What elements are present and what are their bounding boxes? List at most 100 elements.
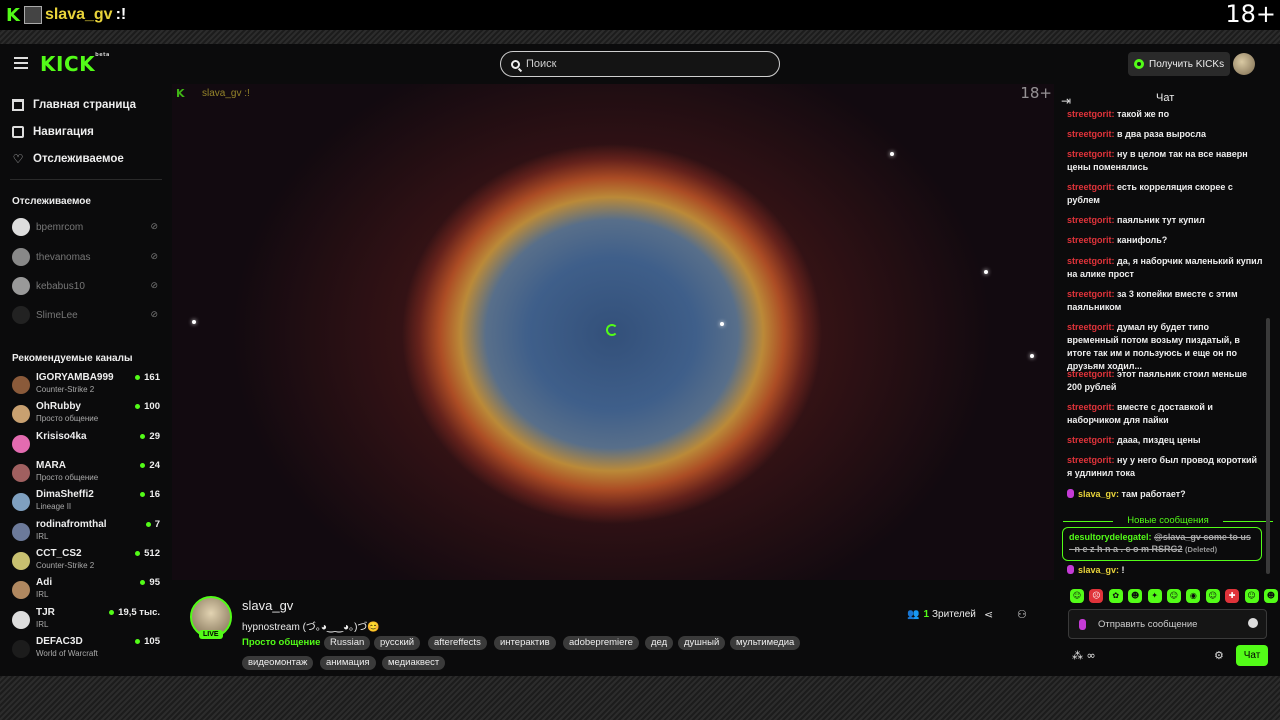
chat-message: streetgorit: канифоль? (1067, 234, 1263, 247)
emote-icon[interactable]: ☺ (1070, 589, 1084, 603)
emote-icon[interactable]: ◉ (1186, 589, 1201, 603)
chat-username[interactable]: streetgorit: (1067, 369, 1115, 379)
tag[interactable]: Russian (324, 636, 371, 650)
chat-username[interactable]: streetgorit: (1067, 435, 1115, 445)
avatar (12, 493, 30, 511)
chat-username[interactable]: streetgorit: (1067, 235, 1115, 245)
chat-message: streetgorit: есть корреляция скорее с ру… (1067, 181, 1263, 207)
tag[interactable]: дед (645, 636, 674, 650)
emote-icon[interactable]: ☻ (1128, 589, 1143, 603)
tag[interactable]: душный (678, 636, 726, 650)
recommended-channel[interactable]: Adi IRL 95 (12, 577, 160, 605)
viewer-count-value: 161 (144, 372, 160, 383)
chat-title: Чат (1156, 92, 1175, 104)
chat-username[interactable]: streetgorit: (1067, 129, 1115, 139)
chat-text: дааа, пиздец цены (1117, 435, 1201, 445)
people-icon: 👥 (907, 609, 920, 620)
channel-name: TJR (36, 607, 55, 618)
recommended-channel[interactable]: Krisiso4ka 29 (12, 431, 160, 459)
chat-username[interactable]: streetgorit: (1067, 149, 1115, 159)
chat-username[interactable]: slava_gv: (1078, 489, 1119, 499)
viewer-count: 95 (140, 577, 160, 588)
chat-input-box[interactable] (1068, 609, 1267, 639)
viewer-count-value: 7 (154, 519, 160, 530)
chat-username[interactable]: streetgorit: (1067, 215, 1115, 225)
tag[interactable]: adobepremiere (563, 636, 639, 650)
recommended-channel[interactable]: CCT_CS2 Counter-Strike 2 512 (12, 548, 160, 576)
chat-message: slava_gv: там работает? (1067, 488, 1263, 501)
chat-message: streetgorit: да, я наборчик маленький ку… (1067, 255, 1263, 281)
menu-icon[interactable] (14, 57, 28, 69)
channel-name[interactable]: slava_gv (242, 598, 293, 613)
viewer-count-value: 24 (149, 460, 160, 471)
chat-username[interactable]: streetgorit: (1067, 182, 1115, 192)
viewer-count-value: 512 (144, 548, 160, 559)
emote-icon[interactable]: ✦ (1147, 589, 1162, 603)
followed-channel[interactable]: thevanomas ⊘ (12, 247, 160, 267)
nav-following[interactable]: ♡ Отслеживаемое (12, 150, 124, 168)
recommended-channel[interactable]: IGORYAMBA999 Counter-Strike 2 161 (12, 372, 160, 400)
emote-icon[interactable]: ☺ (1205, 589, 1220, 603)
collapse-chat-icon[interactable]: ⇥ (1061, 94, 1071, 108)
stream-category[interactable]: Просто общение (242, 637, 320, 648)
nav-home[interactable]: Главная страница (12, 96, 136, 114)
video-player[interactable]: K slava_gv :! 18+ (172, 84, 1054, 580)
chat-send-button[interactable]: Чат (1236, 645, 1268, 666)
recommended-channel[interactable]: TJR IRL 19,5 тыс. (12, 607, 160, 635)
nav-browse[interactable]: Навигация (12, 123, 94, 141)
share-icon[interactable]: ⋖ (984, 608, 993, 621)
emote-bar: ☺ ☹ ✿ ☻ ✦ ☺ ◉ ☺ ✚ ☺ ☻ (1070, 589, 1278, 603)
new-messages-divider[interactable]: Новые сообщения (1063, 515, 1273, 526)
recommended-channel[interactable]: DimaSheffi2 Lineage II 16 (12, 489, 160, 517)
recommended-channel[interactable]: rodinafromthal IRL 7 (12, 519, 160, 547)
follow-user-icon[interactable]: ⚇ (1017, 608, 1027, 621)
tag[interactable]: видеомонтаж (242, 656, 314, 670)
sidebar-divider (10, 179, 162, 180)
chat-text: паяльник тут купил (1117, 215, 1205, 225)
followed-channel[interactable]: kebabus10 ⊘ (12, 276, 160, 296)
tag[interactable]: медиаквест (382, 656, 446, 670)
tag[interactable]: интерактив (494, 636, 556, 650)
recommended-channel[interactable]: OhRubby Просто общение 100 (12, 401, 160, 429)
recommended-channel[interactable]: MARA Просто общение 24 (12, 460, 160, 488)
search-input[interactable] (526, 58, 668, 70)
tag[interactable]: анимация (320, 656, 376, 670)
emote-icon[interactable]: ☺ (1166, 589, 1181, 603)
emote-icon[interactable]: ☻ (1263, 589, 1278, 603)
emoji-icon[interactable] (1248, 618, 1258, 628)
chat-username[interactable]: streetgorit: (1067, 402, 1115, 412)
kick-logo[interactable]: KICKbeta (40, 52, 110, 76)
chat-username[interactable]: streetgorit: (1067, 109, 1115, 119)
tag[interactable]: русский (374, 636, 421, 650)
followed-channel[interactable]: SlimeLee ⊘ (12, 305, 160, 325)
channel-category: Просто общение (36, 473, 99, 482)
channel-category: Просто общение (36, 414, 99, 423)
followed-channel[interactable]: bpemrcom ⊘ (12, 217, 160, 237)
chat-username[interactable]: streetgorit: (1067, 256, 1115, 266)
chat-username[interactable]: slava_gv: (1078, 565, 1119, 575)
star-icon (720, 322, 724, 326)
emote-icon[interactable]: ☹ (1089, 589, 1104, 603)
sub-badge-icon (1067, 565, 1074, 574)
chat-scrollbar[interactable] (1266, 318, 1270, 574)
chat-username[interactable]: desultorydelegatel: (1069, 532, 1152, 542)
user-avatar[interactable] (1233, 53, 1255, 75)
chat-username[interactable]: streetgorit: (1067, 455, 1115, 465)
live-dot-icon (135, 404, 141, 409)
logo-text: KICK (40, 52, 96, 76)
channel-points[interactable]: ⁂ ∞ (1072, 649, 1096, 662)
recommended-channel[interactable]: DEFAC3D World of Warcraft 105 (12, 636, 160, 664)
gear-icon[interactable]: ⚙ (1214, 649, 1224, 662)
get-kicks-button[interactable]: Получить KICKs (1128, 52, 1231, 76)
emote-icon[interactable]: ✚ (1225, 589, 1240, 603)
viewer-count: 105 (135, 636, 160, 647)
emote-icon[interactable]: ✿ (1108, 589, 1123, 603)
tag[interactable]: aftereffects (428, 636, 487, 650)
chat-input[interactable] (1098, 618, 1238, 630)
emote-icon[interactable]: ☺ (1244, 589, 1259, 603)
chat-username[interactable]: streetgorit: (1067, 289, 1115, 299)
chat-username[interactable]: streetgorit: (1067, 322, 1115, 332)
overlay-age-rating: 18+ (1225, 0, 1276, 28)
search-box[interactable] (500, 51, 780, 77)
tag[interactable]: мультимедиа (730, 636, 801, 650)
